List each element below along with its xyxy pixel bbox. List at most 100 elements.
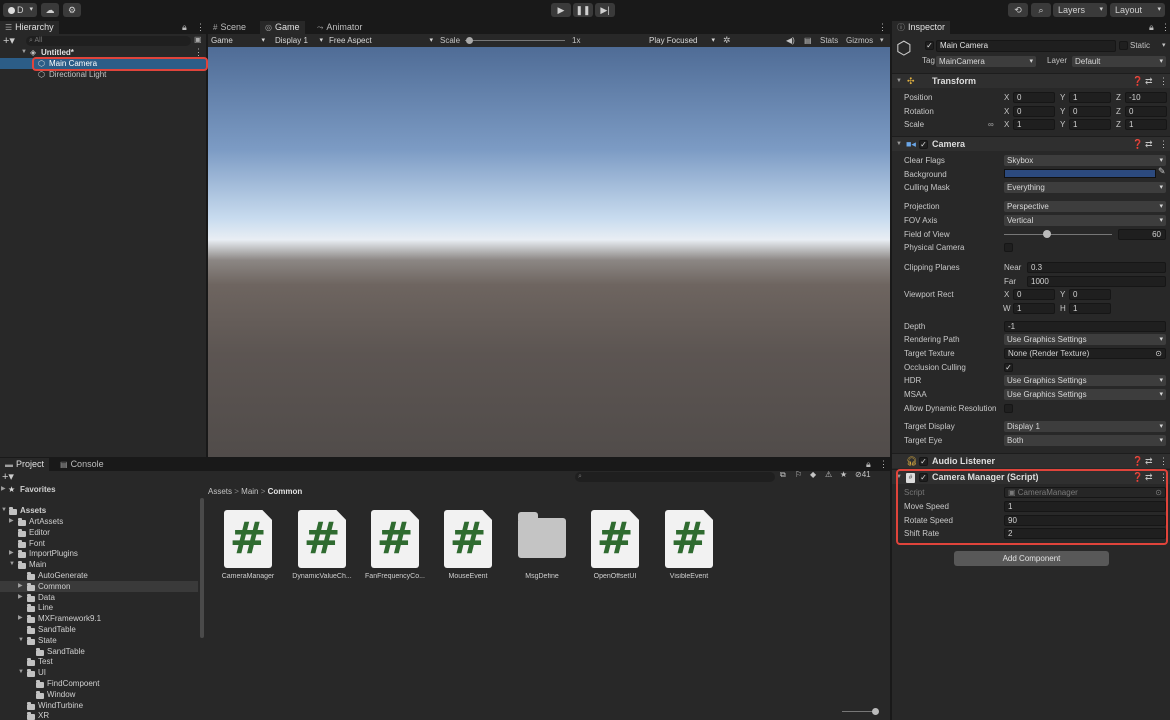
folder-tree-item-ui[interactable]: ▼ UI [0,667,198,678]
rotation-x-field[interactable]: 0 [1013,106,1055,117]
help-icon[interactable]: ❓ [1132,74,1143,89]
play-button[interactable]: ▶ [551,3,571,17]
layout-icon[interactable]: ▤ [804,34,812,47]
icon-size-slider-handle[interactable] [872,708,879,715]
breadcrumb-assets[interactable]: Assets [208,487,232,496]
display-dropdown[interactable]: Display 1 ▾ [272,35,326,46]
expand-arrow-icon[interactable]: ▶ [9,548,14,559]
mute-audio-icon[interactable]: ◀) [786,34,795,47]
folder-tree-item-findcompoent[interactable]: FindCompoent [0,678,198,689]
fov-slider[interactable] [1004,234,1112,235]
breadcrumb-main[interactable]: Main [241,487,258,496]
target-display-dropdown[interactable]: Display 1 ▾ [1004,421,1166,432]
stats-button[interactable]: Stats [820,34,838,47]
hidden-packages-icon[interactable]: ⊘41 [855,470,871,479]
history-button[interactable]: ⟲ [1008,3,1028,17]
foldout-arrow-icon[interactable]: ▼ [896,74,902,89]
folder-tree-item-windturbine[interactable]: WindTurbine [0,700,198,711]
scale-y-field[interactable]: 1 [1069,119,1111,130]
expand-arrow-icon[interactable]: ▼ [9,559,15,570]
folder-tree-item-artassets[interactable]: ▶ ArtAssets [0,516,198,527]
asset-item[interactable]: # FanFrequencyCo... [359,510,431,590]
star-icon[interactable]: ★ [840,470,847,479]
folder-tree-item-state-sandtable[interactable]: SandTable [0,646,198,657]
object-name-field[interactable]: Main Camera [936,40,1116,52]
rendering-path-dropdown[interactable]: Use Graphics Settings ▾ [1004,334,1166,345]
folder-tree-item-data[interactable]: ▶ Data [0,592,198,603]
bug-icon[interactable]: ✲ [723,34,731,47]
tag-dropdown[interactable]: MainCamera ▾ [936,56,1036,67]
rotation-y-field[interactable]: 0 [1069,106,1111,117]
folder-tree-item-common[interactable]: ▶ Common [0,580,198,592]
add-icon[interactable]: +▾ [3,34,15,47]
collab-settings-button[interactable]: ⚙ [63,3,81,17]
gizmos-button[interactable]: Gizmos [846,34,873,47]
occlusion-culling-checkbox[interactable]: ✓ [1004,363,1013,372]
near-clip-field[interactable]: 0.3 [1027,262,1166,273]
play-mode-dropdown[interactable]: Play Focused ▾ [646,35,718,46]
layout-dropdown[interactable]: Layout ▾ [1110,3,1165,17]
dynamic-resolution-checkbox[interactable] [1004,404,1013,413]
viewport-x-field[interactable]: 0 [1013,289,1055,300]
more-options-icon[interactable]: ⋮ [1159,74,1168,89]
audio-listener-header[interactable]: 🎧︎ ✓ Audio Listener ❓ ⇄ ⋮ [892,453,1170,468]
scale-slider-handle[interactable] [466,37,473,44]
clear-flags-dropdown[interactable]: Skybox ▾ [1004,155,1166,166]
layers-dropdown[interactable]: Layers ▾ [1053,3,1107,17]
far-clip-field[interactable]: 1000 [1027,276,1166,287]
folder-tree-item-main[interactable]: ▼ Main [0,559,198,570]
folder-tree-item-window[interactable]: Window [0,689,198,700]
depth-field[interactable]: -1 [1004,321,1166,332]
game-mode-dropdown[interactable]: Game ▾ [208,35,268,46]
help-icon[interactable]: ❓ [1132,137,1143,152]
position-x-field[interactable]: 0 [1013,92,1055,103]
target-texture-field[interactable]: None (Render Texture) ⊙ [1004,348,1166,359]
static-checkbox[interactable] [1119,41,1128,50]
msaa-dropdown[interactable]: Use Graphics Settings ▾ [1004,389,1166,400]
expand-arrow-icon[interactable]: ▶ [9,516,14,527]
search-by-label-icon[interactable]: ⚐ [795,470,802,479]
chevron-down-icon[interactable]: ▾ [880,34,884,47]
folder-tree-item-test[interactable]: Test [0,656,198,667]
eyedropper-icon[interactable]: ✎ [1158,166,1166,177]
target-eye-dropdown[interactable]: Both ▾ [1004,435,1166,446]
folder-tree-item-editor[interactable]: Editor [0,527,198,538]
more-options-icon[interactable]: ⋮ [878,21,887,34]
folder-tree-item-font[interactable]: Font [0,538,198,549]
tab-hierarchy[interactable]: ☰ Hierarchy [0,21,59,34]
fov-field[interactable]: 60 [1118,229,1166,240]
fov-axis-dropdown[interactable]: Vertical ▾ [1004,215,1166,226]
more-options-icon[interactable]: ⋮ [1159,454,1168,469]
asset-item[interactable]: # DynamicValueCh... [286,510,358,590]
tab-game[interactable]: ◎ Game [260,21,305,34]
assets-root-item[interactable]: Assets [20,505,46,516]
active-checkbox[interactable]: ✓ [925,41,934,50]
project-search-input[interactable]: ⌕ [575,472,775,482]
object-picker-icon[interactable]: ⊙ [1155,349,1162,358]
presets-icon[interactable]: ⇄ [1145,137,1153,152]
add-component-button[interactable]: Add Component [954,551,1109,566]
expand-arrow-icon[interactable]: ▶ [18,581,23,592]
tab-inspector[interactable]: ⓘ Inspector [892,21,951,34]
add-icon[interactable]: +▾ [2,470,14,483]
aspect-dropdown[interactable]: Free Aspect ▾ [326,35,436,46]
lock-icon[interactable]: 🔒︎ [1149,21,1154,34]
more-options-icon[interactable]: ⋮ [196,21,205,34]
breadcrumb-common[interactable]: Common [268,487,303,496]
tab-scene[interactable]: # Scene [208,21,251,34]
folder-tree-item-importplugins[interactable]: ▶ ImportPlugins [0,548,198,559]
physical-camera-checkbox[interactable] [1004,243,1013,252]
tab-console[interactable]: ▤ Console [55,458,109,471]
tab-animator[interactable]: ⤳ Animator [312,21,367,34]
hierarchy-search-input[interactable]: ⌕ All [26,36,191,46]
folder-tree-item-xr[interactable]: XR [0,710,198,720]
folder-tree-item-line[interactable]: Line [0,602,198,613]
more-options-icon[interactable]: ⋮ [1161,21,1170,34]
step-button[interactable]: ▶| [595,3,615,17]
expand-arrow-icon[interactable]: ▼ [18,635,24,646]
folder-tree-item-state[interactable]: ▼ State [0,635,198,646]
asset-item[interactable]: MsgDefine [506,510,578,590]
presets-icon[interactable]: ⇄ [1145,454,1153,469]
asset-item[interactable]: # CameraManager [212,510,284,590]
camera-header[interactable]: ▼ ■◂ ✓ Camera ❓ ⇄ ⋮ [892,136,1170,151]
